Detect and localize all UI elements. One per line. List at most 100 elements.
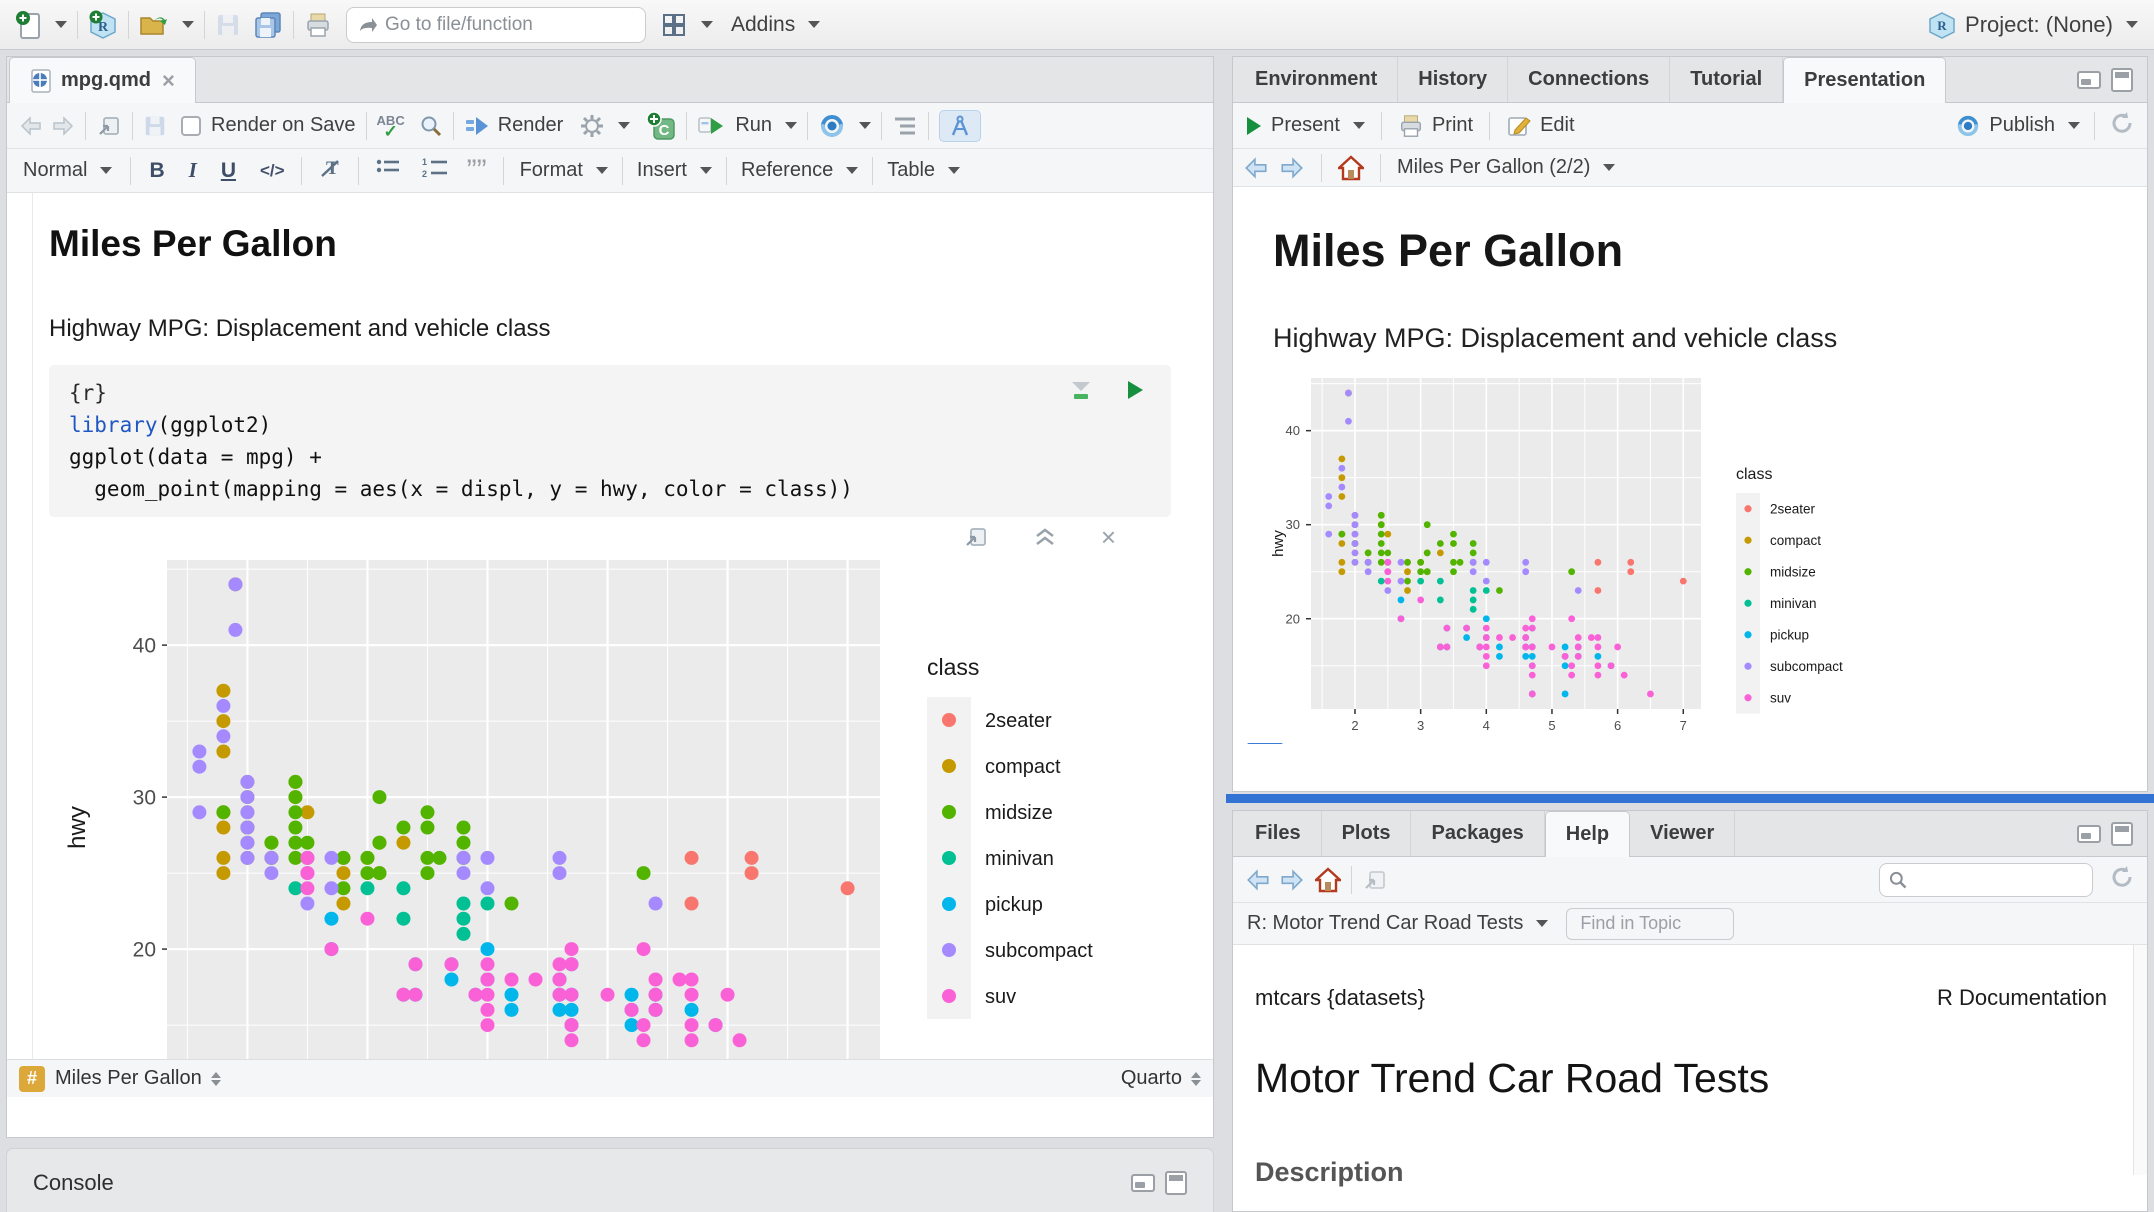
bullet-list-button[interactable] xyxy=(375,157,401,185)
print-presentation-button[interactable]: Print xyxy=(1398,113,1473,139)
doc-mode-label[interactable]: Quarto xyxy=(1121,1067,1182,1090)
blockquote-button[interactable]: ”” xyxy=(467,164,487,178)
open-file-button[interactable] xyxy=(139,12,194,38)
render-button[interactable]: Render xyxy=(464,114,564,137)
help-refresh-button[interactable] xyxy=(2109,864,2135,895)
format-menu[interactable]: Format xyxy=(520,159,608,182)
pane-maximize-icon[interactable] xyxy=(2111,68,2133,92)
render-on-save-toggle[interactable]: Render on Save xyxy=(181,114,356,137)
slide-menu-icon[interactable] xyxy=(1247,743,1283,744)
run-caret[interactable] xyxy=(785,122,797,129)
pane-splitter-handle[interactable] xyxy=(1226,794,2154,803)
collapse-output-icon[interactable] xyxy=(1033,526,1057,548)
tab-close-icon[interactable]: × xyxy=(162,68,175,94)
visual-editor-toggle[interactable] xyxy=(939,110,981,142)
insert-menu[interactable]: Insert xyxy=(637,159,712,182)
clear-format-button[interactable]: T xyxy=(318,156,342,186)
help-topic-select[interactable]: R: Motor Trend Car Road Tests xyxy=(1247,912,1548,935)
present-button[interactable]: Present xyxy=(1245,114,1365,137)
edit-presentation-button[interactable]: Edit xyxy=(1506,114,1574,138)
console-maximize-icon[interactable] xyxy=(1165,1171,1187,1195)
goto-file-input[interactable] xyxy=(385,14,615,36)
help-search-box[interactable] xyxy=(1879,863,2093,897)
help-search-input[interactable] xyxy=(1914,869,2074,890)
run-chunks-above-icon[interactable] xyxy=(1069,379,1093,401)
publish-button[interactable]: Publish xyxy=(1955,114,2080,138)
open-file-caret[interactable] xyxy=(182,21,194,28)
publish-caret[interactable] xyxy=(2068,122,2080,129)
tab-files[interactable]: Files xyxy=(1235,811,1322,856)
slide-title-menu[interactable]: Miles Per Gallon (2/2) xyxy=(1397,156,1615,179)
find-in-topic-box[interactable] xyxy=(1566,908,1734,940)
help-scrollbar[interactable] xyxy=(2133,945,2147,1175)
tab-environment[interactable]: Environment xyxy=(1235,57,1398,102)
help-home-icon[interactable] xyxy=(1315,867,1341,893)
run-chunk-icon[interactable] xyxy=(1125,379,1145,401)
panes-caret[interactable] xyxy=(701,21,713,28)
clear-output-icon[interactable]: × xyxy=(1101,527,1116,547)
render-options-button[interactable] xyxy=(579,113,630,139)
tab-mpg-qmd[interactable]: mpg.qmd × xyxy=(9,57,196,103)
code-format-button[interactable]: </> xyxy=(260,161,285,181)
addins-menu[interactable]: Addins xyxy=(731,13,820,37)
section-jump-label[interactable]: Miles Per Gallon xyxy=(55,1067,202,1090)
source-outline-button[interactable] xyxy=(892,115,918,137)
new-file-caret[interactable] xyxy=(55,21,67,28)
presentation-slide[interactable]: Miles Per Gallon Highway MPG: Displaceme… xyxy=(1233,187,2147,744)
find-replace-button[interactable] xyxy=(419,114,443,138)
refresh-presentation-button[interactable] xyxy=(2109,110,2135,141)
help-forward-icon[interactable] xyxy=(1279,868,1305,892)
slide-home-icon[interactable] xyxy=(1338,155,1364,181)
bold-button[interactable]: B xyxy=(149,159,164,183)
save-all-button[interactable] xyxy=(253,11,283,39)
help-popout-icon[interactable] xyxy=(1362,868,1388,892)
section-jump-arrows-icon[interactable] xyxy=(211,1072,221,1086)
insert-chunk-button[interactable]: C xyxy=(646,111,676,141)
reference-menu[interactable]: Reference xyxy=(741,159,858,182)
run-button[interactable]: Run xyxy=(697,114,797,138)
tab-connections[interactable]: Connections xyxy=(1508,57,1670,102)
help-maximize-icon[interactable] xyxy=(2111,822,2133,846)
tab-help[interactable]: Help xyxy=(1545,811,1630,857)
rerun-button[interactable] xyxy=(818,113,871,139)
italic-button[interactable]: I xyxy=(189,158,197,183)
underline-button[interactable]: U xyxy=(221,159,236,183)
popout-editor-button[interactable] xyxy=(96,114,122,138)
slide-forward-icon[interactable] xyxy=(1279,156,1305,180)
new-project-button[interactable]: R xyxy=(88,10,118,40)
tab-history[interactable]: History xyxy=(1398,57,1508,102)
table-menu[interactable]: Table xyxy=(887,159,960,182)
print-button[interactable] xyxy=(304,11,332,39)
slide-back-icon[interactable] xyxy=(1243,156,1269,180)
help-back-icon[interactable] xyxy=(1245,868,1271,892)
tab-presentation[interactable]: Presentation xyxy=(1783,57,1946,103)
workspace-panes-button[interactable] xyxy=(660,11,713,39)
numbered-list-button[interactable]: 12 xyxy=(421,156,449,186)
present-caret[interactable] xyxy=(1353,122,1365,129)
spellcheck-button[interactable]: ABC✓ xyxy=(377,115,405,137)
render-on-save-checkbox[interactable] xyxy=(181,116,201,136)
document-canvas[interactable]: Miles Per Gallon Highway MPG: Displaceme… xyxy=(7,193,1213,1059)
save-doc-button[interactable] xyxy=(143,114,167,138)
save-button[interactable] xyxy=(215,12,241,38)
goto-file-search[interactable] xyxy=(346,7,646,43)
rerun-caret[interactable] xyxy=(859,122,871,129)
tab-packages[interactable]: Packages xyxy=(1411,811,1544,856)
output-popout-icon[interactable] xyxy=(963,525,989,549)
console-minimize-icon[interactable] xyxy=(1131,1174,1155,1192)
help-document[interactable]: mtcars {datasets} R Documentation Motor … xyxy=(1233,945,2147,1175)
tab-viewer[interactable]: Viewer xyxy=(1630,811,1735,856)
doc-mode-arrows-icon[interactable] xyxy=(1191,1072,1201,1086)
nav-forward-button[interactable] xyxy=(51,115,75,137)
tab-plots[interactable]: Plots xyxy=(1322,811,1412,856)
paragraph-style-select[interactable]: Normal xyxy=(23,159,112,182)
console-pane[interactable]: Console xyxy=(6,1148,1214,1212)
project-menu[interactable]: R Project: (None) xyxy=(1927,10,2138,40)
new-file-button[interactable] xyxy=(16,10,67,40)
tab-tutorial[interactable]: Tutorial xyxy=(1670,57,1783,102)
find-in-topic-input[interactable] xyxy=(1580,913,1720,934)
help-minimize-icon[interactable] xyxy=(2077,825,2101,843)
pane-minimize-icon[interactable] xyxy=(2077,71,2101,89)
nav-back-button[interactable] xyxy=(19,115,43,137)
r-code-chunk[interactable]: {r} library(ggplot2) ggplot(data = mpg) … xyxy=(49,365,1171,517)
